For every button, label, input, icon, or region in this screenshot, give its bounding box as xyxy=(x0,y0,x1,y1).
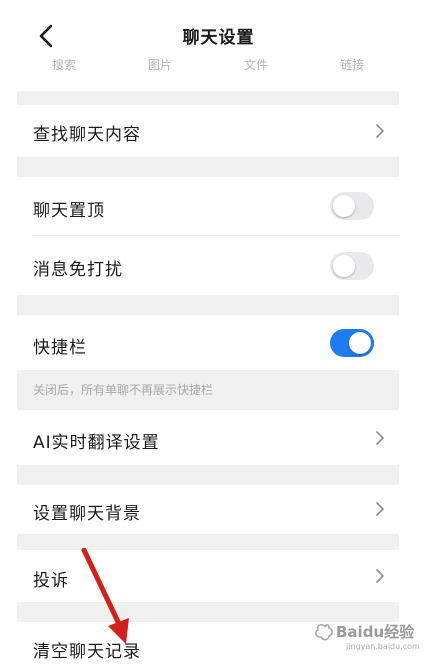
pin-chat-toggle[interactable] xyxy=(330,192,374,220)
mute-row[interactable]: 消息免打扰 xyxy=(17,236,399,295)
chat-background-label: 设置聊天背景 xyxy=(33,504,141,524)
report-row[interactable]: 投诉 xyxy=(17,550,399,602)
section-gap xyxy=(17,465,399,485)
tab-images[interactable]: 图片 xyxy=(148,58,172,72)
chevron-right-icon xyxy=(376,431,384,445)
toggle-knob xyxy=(333,195,355,217)
toggle-knob xyxy=(349,332,371,354)
tab-search[interactable]: 搜索 xyxy=(52,58,76,72)
annotation-arrow-icon xyxy=(81,548,129,644)
mute-toggle[interactable] xyxy=(330,252,374,280)
shortcut-bar-hint: 关闭后，所有单聊不再展示快捷栏 xyxy=(33,383,214,397)
chevron-right-icon xyxy=(376,502,384,516)
baidu-watermark-logo: Baidu经验 jingyan.baidu.com xyxy=(315,623,420,651)
mute-label: 消息免打扰 xyxy=(33,260,123,280)
tab-files[interactable]: 文件 xyxy=(244,58,268,72)
pin-chat-label: 聊天置顶 xyxy=(33,201,105,221)
search-chat-label: 查找聊天内容 xyxy=(33,125,141,145)
tab-links[interactable]: 链接 xyxy=(340,58,364,72)
ai-translate-row[interactable]: AI实时翻译设置 xyxy=(17,410,399,465)
shortcut-bar-toggle[interactable] xyxy=(330,329,374,357)
shortcut-bar-label: 快捷栏 xyxy=(33,338,87,358)
nav-bar: 聊天设置 xyxy=(0,8,437,62)
search-chat-row[interactable]: 查找聊天内容 xyxy=(17,105,399,157)
ai-translate-label: AI实时翻译设置 xyxy=(33,433,160,453)
report-label: 投诉 xyxy=(33,571,69,591)
section-gap xyxy=(17,295,399,315)
shortcut-bar-row[interactable]: 快捷栏 xyxy=(17,315,399,370)
chevron-right-icon xyxy=(376,124,384,138)
status-bar xyxy=(0,0,437,8)
chevron-right-icon xyxy=(376,569,384,583)
section-gap xyxy=(17,157,399,177)
pin-chat-row[interactable]: 聊天置顶 xyxy=(17,177,399,235)
page-title: 聊天设置 xyxy=(182,28,255,48)
search-tab-strip: 搜索 图片 文件 链接 xyxy=(0,58,437,72)
section-gap xyxy=(17,91,399,105)
section-gap xyxy=(17,534,399,550)
svg-text:Baidu经验: Baidu经验 xyxy=(336,623,415,641)
chat-background-row[interactable]: 设置聊天背景 xyxy=(17,485,399,534)
svg-text:jingyan.baidu.com: jingyan.baidu.com xyxy=(345,642,420,651)
toggle-knob xyxy=(333,255,355,277)
